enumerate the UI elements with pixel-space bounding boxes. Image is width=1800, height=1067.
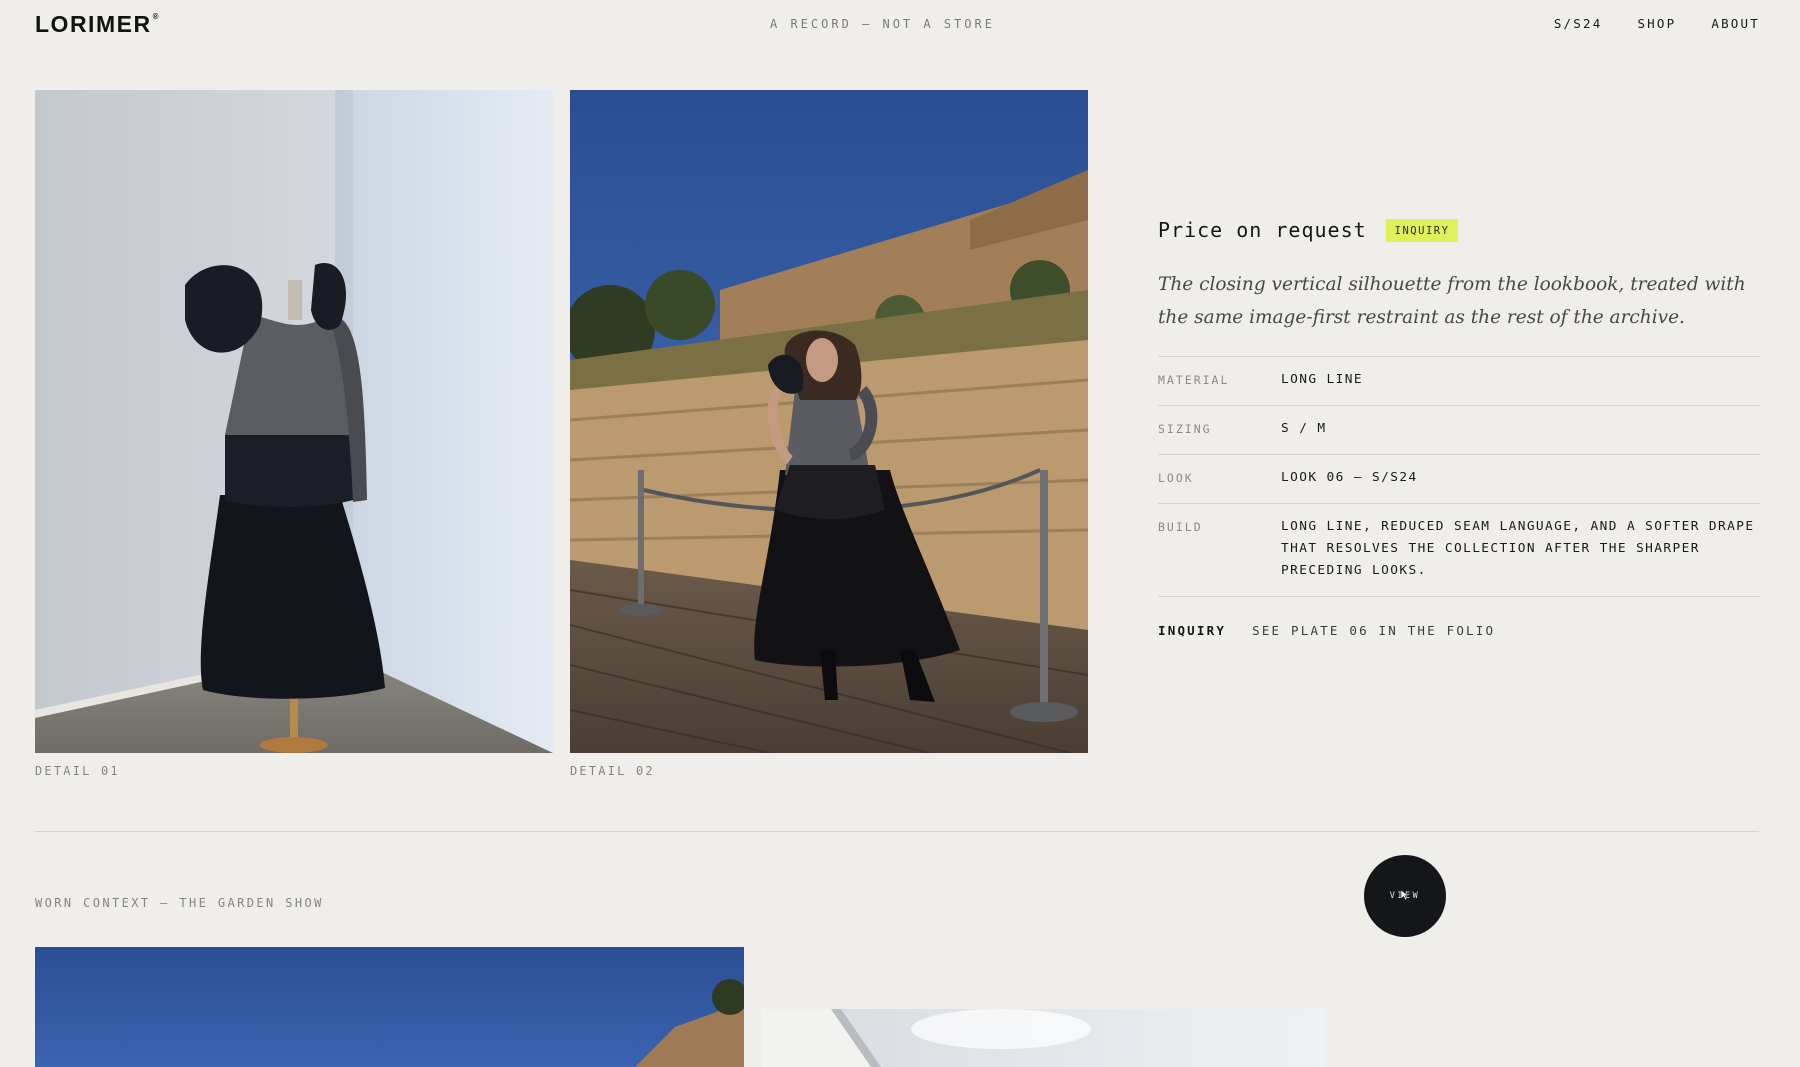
product-description: The closing vertical silhouette from the…: [1158, 274, 1746, 328]
spec-value: LONG LINE, REDUCED SEAM LANGUAGE, AND A …: [1281, 519, 1755, 578]
mannequin-image: [35, 90, 553, 753]
spec-table: MATERIAL LONG LINE SIZING S / M LOOK LOO…: [1158, 356, 1760, 597]
detail-caption-01: DETAIL 01: [35, 764, 120, 778]
worn-context-heading: WORN CONTEXT — THE GARDEN SHOW: [35, 896, 324, 910]
inquiry-label: INQUIRY: [1158, 623, 1227, 638]
worn-look-image: [570, 90, 1088, 753]
nav-item-about[interactable]: ABOUT: [1711, 16, 1760, 31]
inquiry-text: SEE PLATE 06 IN THE FOLIO: [1252, 623, 1496, 638]
nav-item-shop[interactable]: SHOP: [1637, 16, 1676, 31]
worn-context-photo-1[interactable]: [35, 947, 744, 1067]
detail-photo-mannequin[interactable]: [35, 90, 553, 753]
site-header: LORIMER® A RECORD — NOT A STORE S/S24 SH…: [0, 0, 1800, 50]
detail-caption-02: DETAIL 02: [570, 764, 655, 778]
spec-label: LOOK: [1158, 471, 1194, 485]
worn-context-photo-2[interactable]: [761, 1009, 1325, 1067]
spec-row-sizing: SIZING S / M: [1158, 406, 1760, 455]
spec-row-look: LOOK LOOK 06 — S/S24: [1158, 455, 1760, 504]
spec-label: BUILD: [1158, 520, 1203, 534]
registered-mark: ®: [152, 12, 159, 21]
view-cursor-button[interactable]: VIEW: [1364, 855, 1446, 937]
spec-label: MATERIAL: [1158, 373, 1230, 387]
spec-label: SIZING: [1158, 422, 1212, 436]
nav-item-ss24[interactable]: S/S24: [1554, 16, 1603, 31]
sky-architecture-image: [761, 1009, 1325, 1067]
site-logo[interactable]: LORIMER®: [35, 11, 158, 38]
main-nav: S/S24 SHOP ABOUT: [1554, 16, 1760, 31]
garden-show-image: [35, 947, 744, 1067]
spec-value: LOOK 06 — S/S24: [1281, 470, 1418, 485]
section-divider: [35, 831, 1759, 832]
pointer-arrow-icon: [1400, 889, 1410, 901]
inquiry-badge: INQUIRY: [1385, 218, 1459, 242]
spec-value: LONG LINE: [1281, 372, 1363, 387]
site-tagline: A RECORD — NOT A STORE: [770, 17, 995, 31]
spec-row-build: BUILD LONG LINE, REDUCED SEAM LANGUAGE, …: [1158, 504, 1760, 597]
product-details-panel: Price on request INQUIRY The closing ver…: [1158, 212, 1760, 638]
spec-row-material: MATERIAL LONG LINE: [1158, 357, 1760, 406]
spec-value: S / M: [1281, 421, 1327, 436]
price-row: Price on request INQUIRY: [1158, 212, 1760, 248]
detail-photo-worn[interactable]: [570, 90, 1088, 753]
inquiry-row: INQUIRY SEE PLATE 06 IN THE FOLIO: [1158, 623, 1760, 638]
price-label: Price on request: [1158, 218, 1367, 242]
